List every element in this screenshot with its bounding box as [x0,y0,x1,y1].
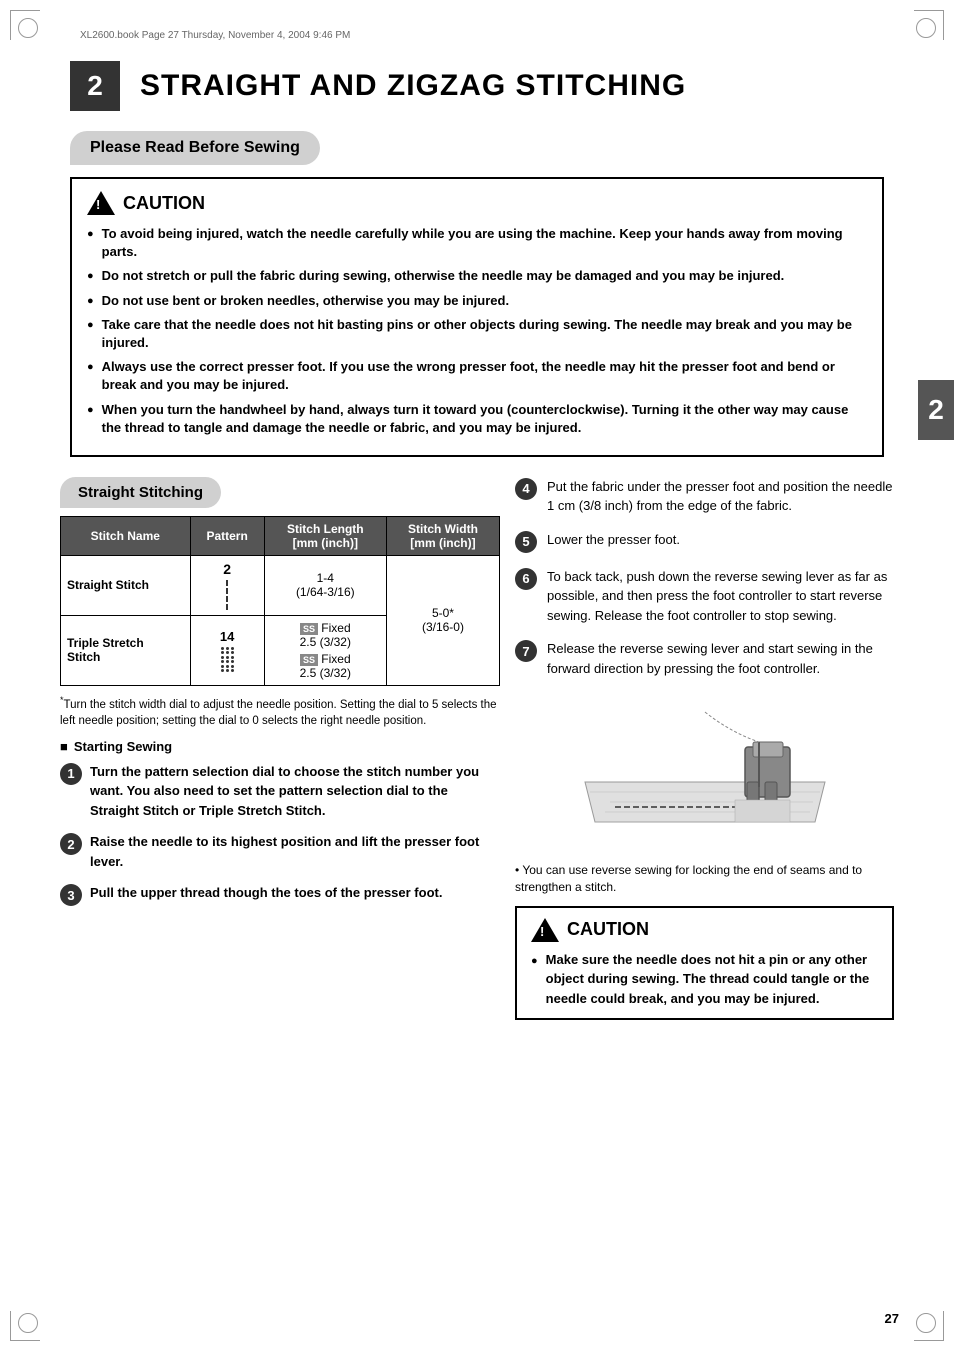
chapter-title: STRAIGHT AND ZIGZAG STITCHING [140,69,686,103]
caution-item: Do not use bent or broken needles, other… [87,292,867,310]
step-4-text: Put the fabric under the presser foot an… [547,477,894,516]
please-read-label: Please Read Before Sewing [70,131,320,165]
sewing-svg [565,692,845,852]
col-header-name: Stitch Name [61,516,191,555]
page: XL2600.book Page 27 Thursday, November 4… [0,0,954,1351]
step-4: 4 Put the fabric under the presser foot … [515,477,894,516]
step-6-text: To back tack, push down the reverse sewi… [547,567,894,626]
step-5: 5 Lower the presser foot. [515,530,894,553]
caution-header-small: CAUTION [531,918,878,942]
footnote: *Turn the stitch width dial to adjust th… [60,694,500,729]
step-6: 6 To back tack, push down the reverse se… [515,567,894,626]
col-header-width: Stitch Width[mm (inch)] [386,516,499,555]
stitch-length-triple: SS Fixed2.5 (3/32) SS Fixed2.5 (3/32) [264,615,386,685]
caution-header-main: CAUTION [87,191,867,215]
step-1-number: 1 [60,763,82,785]
main-columns: Straight Stitching Stitch Name Pattern S… [60,477,894,1021]
straight-stitching-header: Straight Stitching [60,477,221,508]
caution-box-small: CAUTION Make sure the needle does not hi… [515,906,894,1021]
step-7-number: 7 [515,640,537,662]
step-2-number: 2 [60,833,82,855]
right-column: 4 Put the fabric under the presser foot … [515,477,894,1021]
left-column: Straight Stitching Stitch Name Pattern S… [60,477,500,1021]
caution-item: Take care that the needle does not hit b… [87,316,867,352]
step-6-number: 6 [515,568,537,590]
caution-title-small: CAUTION [567,919,649,940]
caution-triangle-icon-small [531,918,559,942]
stitch-width-shared: 5-0*(3/16-0) [386,555,499,685]
step-5-number: 5 [515,531,537,553]
sewing-illustration [565,692,845,852]
step-1-text: Turn the pattern selection dial to choos… [90,762,500,821]
circle-mark-br [916,1313,936,1333]
circle-mark-bl [18,1313,38,1333]
col-header-pattern: Pattern [190,516,264,555]
step-3: 3 Pull the upper thread though the toes … [60,883,500,906]
step-2: 2 Raise the needle to its highest positi… [60,832,500,871]
col-header-length: Stitch Length[mm (inch)] [264,516,386,555]
starting-sewing-header: Starting Sewing [60,739,500,754]
file-bar: XL2600.book Page 27 Thursday, November 4… [40,30,914,41]
step-3-number: 3 [60,884,82,906]
stitch-length-straight: 1-4(1/64-3/16) [264,555,386,615]
stitch-table: Stitch Name Pattern Stitch Length[mm (in… [60,516,500,686]
caution-item: Do not stretch or pull the fabric during… [87,267,867,285]
step-7: 7 Release the reverse sewing lever and s… [515,639,894,678]
caution-item: To avoid being injured, watch the needle… [87,225,867,261]
tip-note: You can use reverse sewing for locking t… [515,862,894,896]
circle-mark-tl [18,18,38,38]
caution-list-main: To avoid being injured, watch the needle… [87,225,867,437]
step-4-number: 4 [515,478,537,500]
table-header-row: Stitch Name Pattern Stitch Length[mm (in… [61,516,500,555]
side-chapter-number: 2 [918,380,954,440]
caution-item: Always use the correct presser foot. If … [87,358,867,394]
step-1: 1 Turn the pattern selection dial to cho… [60,762,500,821]
caution-item-small: Make sure the needle does not hit a pin … [531,950,878,1009]
step-7-text: Release the reverse sewing lever and sta… [547,639,894,678]
chapter-header: 2 STRAIGHT AND ZIGZAG STITCHING [70,61,884,111]
page-number: 27 [885,1311,899,1326]
caution-list-small: Make sure the needle does not hit a pin … [531,950,878,1009]
circle-mark-tr [916,18,936,38]
table-row: Straight Stitch 2 1-4(1/64-3/16) 5-0*(3/… [61,555,500,615]
caution-body-main: To avoid being injured, watch the needle… [87,225,867,437]
step-3-text: Pull the upper thread though the toes of… [90,883,442,903]
chapter-number: 2 [70,61,120,111]
step-2-text: Raise the needle to its highest position… [90,832,500,871]
caution-title-main: CAUTION [123,193,205,214]
caution-triangle-icon [87,191,115,215]
stitch-pattern-triple: 14 [190,615,264,685]
caution-item: When you turn the handwheel by hand, alw… [87,401,867,437]
step-5-text: Lower the presser foot. [547,530,680,550]
stitch-pattern-straight: 2 [190,555,264,615]
stitch-name-straight: Straight Stitch [61,555,191,615]
stitch-name-triple: Triple StretchStitch [61,615,191,685]
caution-box-main: CAUTION To avoid being injured, watch th… [70,177,884,457]
